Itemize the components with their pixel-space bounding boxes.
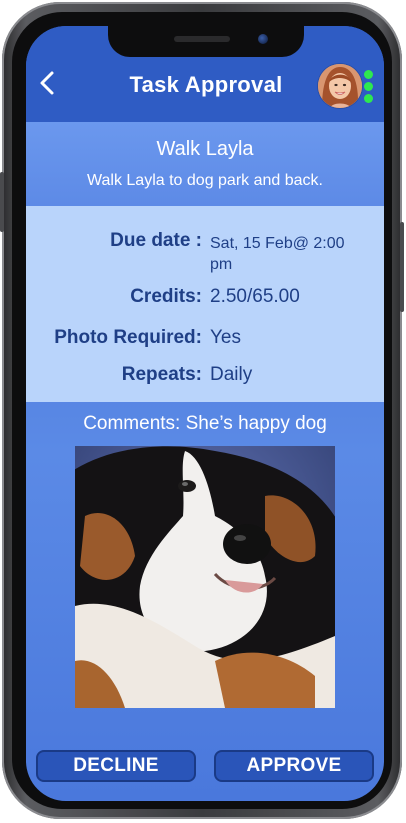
repeats-value: Daily [210, 364, 253, 385]
credits-label: Credits: [130, 286, 202, 307]
credits-value: 2.50/65.00 [210, 286, 300, 307]
page-title: Task Approval [129, 72, 283, 97]
task-summary: Walk Layla Walk Layla to dog park and ba… [26, 122, 384, 206]
volume-button [0, 172, 4, 232]
approve-button[interactable]: APPROVE [214, 750, 374, 782]
due-date-value: Sat, 15 Feb@ 2:00 pm [210, 235, 345, 273]
due-date-label: Due date : [110, 230, 202, 251]
screen: Task Approval Walk Layla Walk Layla to d… [26, 26, 384, 801]
avatar[interactable] [318, 64, 362, 108]
speaker-grill [174, 36, 230, 42]
photo-required-value: Yes [210, 327, 241, 348]
menu-dot [364, 82, 373, 91]
dog-photo [75, 446, 335, 708]
front-camera-icon [258, 34, 268, 44]
comments-text: Comments: She’s happy dog [83, 413, 327, 434]
menu-dot [364, 70, 373, 79]
chevron-left-icon [40, 71, 54, 95]
task-title: Walk Layla [156, 138, 254, 160]
repeats-label: Repeats: [121, 364, 202, 385]
phone-frame: Task Approval Walk Layla Walk Layla to d… [0, 2, 404, 819]
photo-required-label: Photo Required: [54, 327, 202, 348]
decline-button[interactable]: DECLINE [36, 750, 196, 782]
power-button [400, 222, 404, 312]
menu-dot [364, 94, 373, 103]
task-details: Due date : Sat, 15 Feb@ 2:00 pm Credits:… [26, 206, 384, 402]
task-photo[interactable] [75, 446, 335, 708]
back-button[interactable] [36, 70, 60, 96]
user-photo [318, 64, 362, 108]
vertical-dots-icon[interactable] [364, 70, 376, 104]
notch [108, 26, 304, 57]
task-description: Walk Layla to dog park and back. [87, 172, 323, 189]
